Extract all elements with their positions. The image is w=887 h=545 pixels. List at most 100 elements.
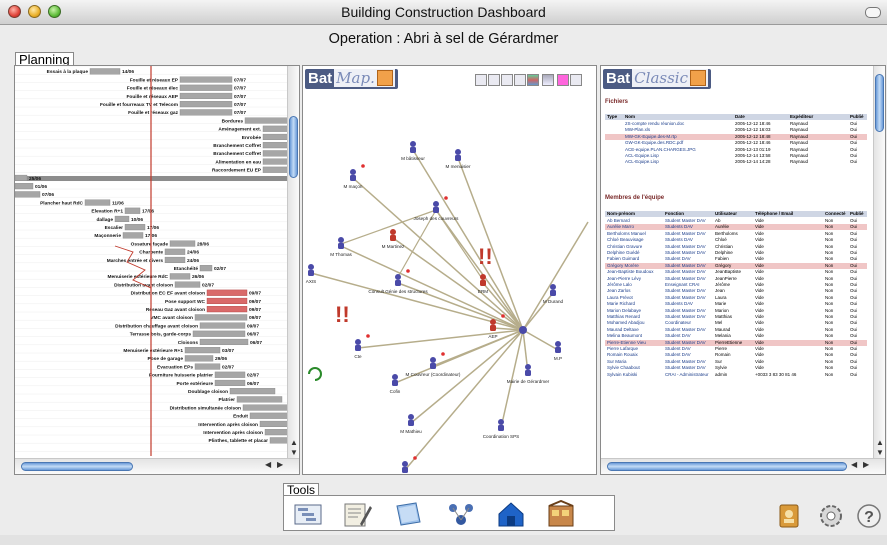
gantt-task-bar[interactable] <box>262 133 290 140</box>
gantt-task-bar[interactable] <box>194 314 248 321</box>
gantt-task-bar[interactable] <box>124 224 146 231</box>
gantt-task-bar[interactable] <box>192 330 246 337</box>
gantt-task-bar[interactable] <box>114 215 130 223</box>
column-header[interactable]: Publié <box>850 114 864 120</box>
gantt-task-bar[interactable] <box>179 101 233 108</box>
table-row[interactable]: Fabien Guimard Student DAV Fabien Vide Non Ou… <box>605 256 867 262</box>
graph-node-body[interactable] <box>390 235 396 241</box>
gantt-task-bar[interactable] <box>206 306 248 313</box>
gantt-task-bar[interactable] <box>214 379 246 387</box>
gantt-task-bar[interactable] <box>164 248 186 255</box>
column-header[interactable]: Date <box>735 114 745 120</box>
gantt-task-bar[interactable] <box>262 158 290 165</box>
gantt-task-bar[interactable] <box>179 92 233 100</box>
gantt-task-bar[interactable] <box>179 109 233 116</box>
gantt-task-bar[interactable] <box>242 404 289 411</box>
column-header[interactable]: Expéditeur <box>790 114 813 120</box>
graph-node-body[interactable] <box>480 280 486 286</box>
table-row[interactable]: ACE-equipe.PLAN.CHARGES.JPG 2005-12-13 01… <box>605 147 867 153</box>
planning-horizontal-scroll-thumb[interactable] <box>21 462 133 471</box>
legend-icon[interactable] <box>527 74 539 86</box>
gantt-task-bar[interactable] <box>179 84 233 91</box>
gantt-task-bar[interactable] <box>259 420 290 428</box>
graph-node-head[interactable] <box>555 341 561 347</box>
graph-node-head[interactable] <box>430 357 436 363</box>
classic-horizontal-scroll-thumb[interactable] <box>607 462 847 471</box>
column-header[interactable]: Utilisateur <box>715 211 737 217</box>
gantt-task-bar[interactable] <box>214 371 246 378</box>
scroll-right-arrow-icon[interactable]: ▶ <box>863 460 869 469</box>
graph-node-head[interactable] <box>402 461 408 467</box>
column-header[interactable]: Publié <box>850 211 864 217</box>
scroll-right-arrow-icon[interactable]: ▶ <box>277 460 283 469</box>
zoom-icon[interactable] <box>475 74 487 86</box>
gantt-task-bar[interactable] <box>206 289 248 296</box>
graph-node-head[interactable] <box>410 141 416 147</box>
graph-node-body[interactable] <box>490 325 496 331</box>
graph-node-head[interactable] <box>525 364 531 370</box>
table-row[interactable]: Sylvain Kubiski CRAI - Administrateur admi… <box>605 372 867 378</box>
gantt-tool-icon[interactable] <box>292 500 326 528</box>
table-row[interactable]: Marion Delabaye Student Master DAV Marion V… <box>605 308 867 314</box>
gantt-task-bar[interactable] <box>184 355 214 362</box>
gantt-task-bar[interactable] <box>15 183 34 190</box>
planning-vertical-scrollbar[interactable]: ▲ ▼ <box>287 66 299 458</box>
scroll-down-arrow-icon[interactable]: ▼ <box>290 448 298 457</box>
gantt-task-bar[interactable] <box>169 273 191 280</box>
gantt-task-bar[interactable] <box>179 76 233 83</box>
gantt-task-bar[interactable] <box>244 117 290 124</box>
column-header[interactable]: Fonction <box>665 211 684 217</box>
graph-node-body[interactable] <box>498 425 504 431</box>
graph-node-head[interactable] <box>338 237 344 243</box>
table-row[interactable]: Melina Beaumont Student DAV Melania Vide Non… <box>605 333 867 339</box>
team-network-tool-icon[interactable] <box>444 500 478 528</box>
gantt-task-bar[interactable] <box>229 388 276 395</box>
table-row[interactable]: GW-GK-Equipe.des.RDC.pdf 2005-12-12 18:46… <box>605 140 867 146</box>
graph-node-head[interactable] <box>355 339 361 345</box>
table-row[interactable]: ACL-Equipe.Lisp 2005-12-14 13:58 Raynaud Ou… <box>605 153 867 159</box>
gantt-task-bar[interactable] <box>164 256 186 264</box>
table-row[interactable]: Jean Zarlos Student Master DAV Jean Vide Non… <box>605 288 867 294</box>
scroll-left-arrow-icon[interactable]: ◀ <box>265 460 271 469</box>
graph-node-body[interactable] <box>402 467 408 473</box>
graph-hub-node[interactable] <box>519 326 527 334</box>
star-icon[interactable] <box>557 74 569 86</box>
graph-node-body[interactable] <box>550 290 556 296</box>
gantt-task-bar[interactable] <box>122 232 144 239</box>
column-header[interactable]: Connecté <box>825 211 846 217</box>
planning-horizontal-scrollbar[interactable]: ◀ ▶ <box>15 458 299 474</box>
graph-node-head[interactable] <box>490 319 496 325</box>
graph-node-head[interactable] <box>308 264 314 270</box>
classic-vertical-scrollbar[interactable]: ▲ ▼ <box>873 66 885 458</box>
graph-node-body[interactable] <box>408 420 414 426</box>
building-tool-icon[interactable] <box>494 500 528 528</box>
graph-node-head[interactable] <box>498 419 504 425</box>
table-row[interactable]: Romain Rouaix Student DAV Romain Vide Non Oui <box>605 352 867 358</box>
graph-node-head[interactable] <box>408 414 414 420</box>
gantt-task-bar[interactable] <box>262 150 290 157</box>
graph-node-body[interactable] <box>355 345 361 351</box>
table-row[interactable]: Marie Richard Students DAV Marie Vide Non Oui <box>605 301 867 307</box>
scroll-up-arrow-icon[interactable]: ▲ <box>290 438 298 447</box>
gantt-task-bar[interactable] <box>194 363 221 370</box>
table-row[interactable]: Delphine Guédé Student Master DAV Delphine… <box>605 250 867 256</box>
table-row[interactable]: Chloé Beauvisage Students DAV Chloé Vide Non… <box>605 237 867 243</box>
table-row[interactable]: Bertholoms Manuel Student Master DAV Berth… <box>605 231 867 237</box>
scroll-up-arrow-icon[interactable]: ▲ <box>876 438 884 447</box>
table-row[interactable]: Maurad Deltaxe Student Master DAV Maurad Vi… <box>605 327 867 333</box>
grid-icon[interactable] <box>570 74 582 86</box>
graph-node-body[interactable] <box>525 370 531 376</box>
graph-node-head[interactable] <box>395 274 401 280</box>
graph-node-head[interactable] <box>392 374 398 380</box>
scroll-left-arrow-icon[interactable]: ◀ <box>851 460 857 469</box>
gantt-task-bar[interactable] <box>236 396 283 403</box>
gantt-task-bar[interactable] <box>15 174 28 181</box>
gantt-task-bar[interactable] <box>249 412 290 419</box>
graph-node-head[interactable] <box>350 169 356 175</box>
table-row[interactable]: Jean-Baptiste Boudoux Student Master DAV J… <box>605 269 867 275</box>
classic-vertical-scroll-thumb[interactable] <box>875 74 884 132</box>
column-header[interactable]: Nom-prénom <box>607 211 635 217</box>
graph-node-body[interactable] <box>410 147 416 153</box>
scroll-down-arrow-icon[interactable]: ▼ <box>876 448 884 457</box>
table-row[interactable]: 2S-compte rendu réunion.doc 2005-12-12 18… <box>605 121 867 127</box>
